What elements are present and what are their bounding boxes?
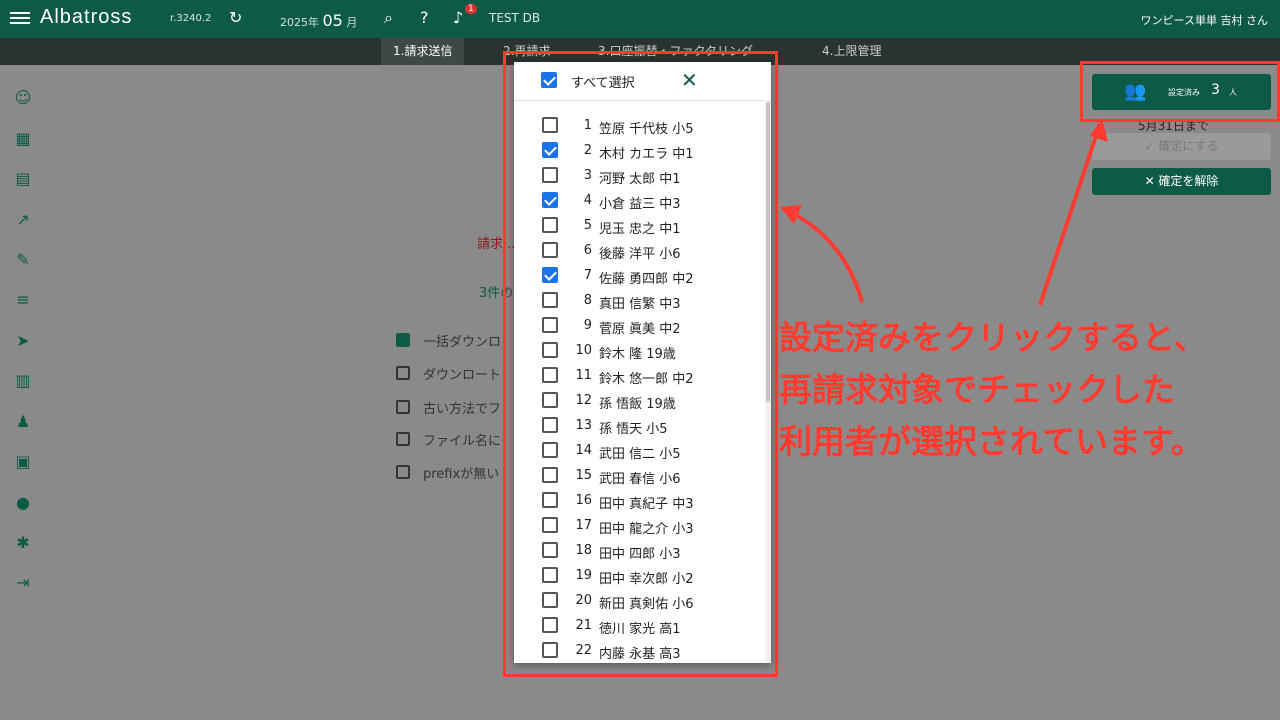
annotation-text: 設定済みをクリックすると、 再請求対象でチェックした 利用者が選択されています。: [779, 312, 1279, 468]
arrow-to-dialog: [789, 210, 864, 303]
arrowhead-button: [1090, 118, 1108, 142]
arrow-to-button: [1038, 129, 1100, 306]
annotation-line-2: 再請求対象でチェックした: [779, 370, 1175, 409]
annotation-line-3: 利用者が選択されています。: [779, 422, 1204, 461]
annotation-line-1: 設定済みをクリックすると、: [779, 318, 1207, 357]
